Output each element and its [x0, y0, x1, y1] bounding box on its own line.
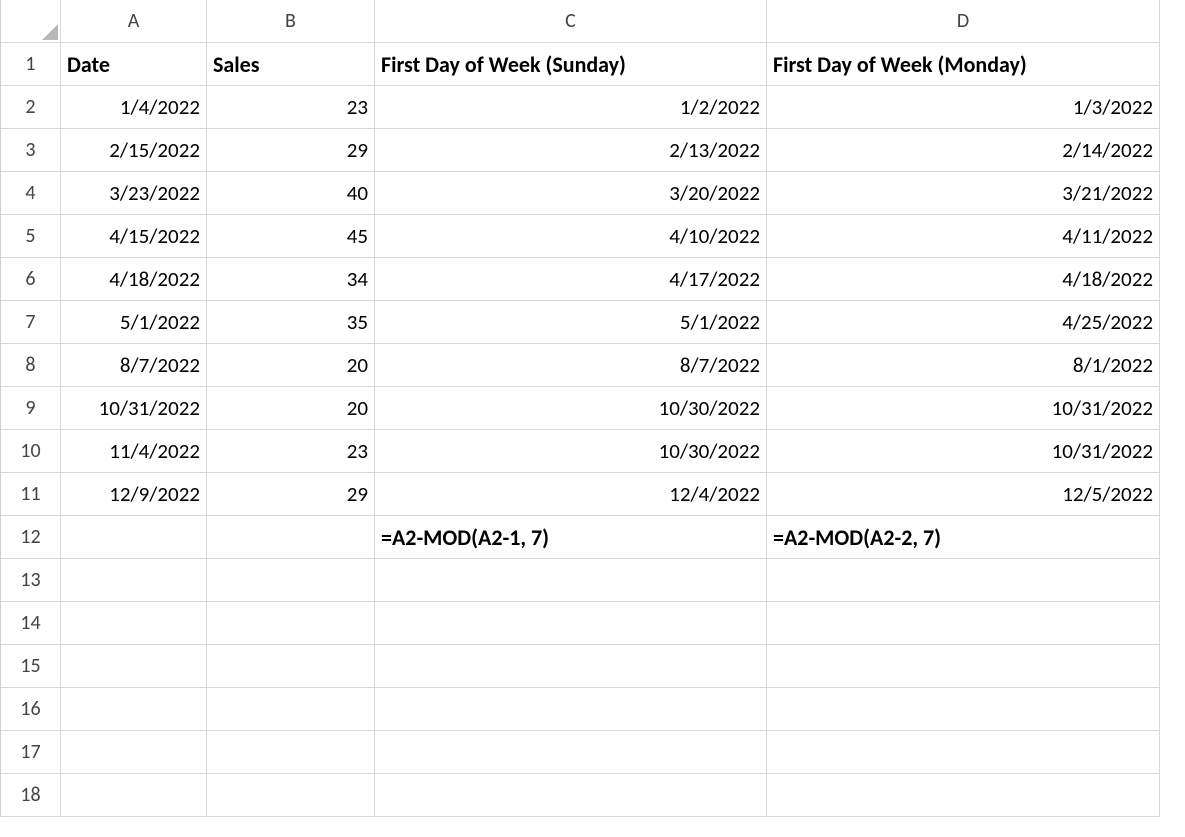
cell-D4[interactable]: 3/21/2022	[767, 172, 1160, 215]
cell-A4[interactable]: 3/23/2022	[61, 172, 207, 215]
cell-C15[interactable]	[375, 645, 767, 688]
cell-B3[interactable]: 29	[207, 129, 375, 172]
cell-A1[interactable]: Date	[61, 43, 207, 86]
cell-B4[interactable]: 40	[207, 172, 375, 215]
cell-B16[interactable]	[207, 688, 375, 731]
cell-C9[interactable]: 10/30/2022	[375, 387, 767, 430]
row-header-16[interactable]: 16	[1, 688, 61, 731]
cell-D8[interactable]: 8/1/2022	[767, 344, 1160, 387]
cell-C14[interactable]	[375, 602, 767, 645]
row-header-10[interactable]: 10	[1, 430, 61, 473]
cell-C8[interactable]: 8/7/2022	[375, 344, 767, 387]
cell-B13[interactable]	[207, 559, 375, 602]
cell-A2[interactable]: 1/4/2022	[61, 86, 207, 129]
cell-A6[interactable]: 4/18/2022	[61, 258, 207, 301]
cell-B10[interactable]: 23	[207, 430, 375, 473]
cell-D10[interactable]: 10/31/2022	[767, 430, 1160, 473]
row-header-13[interactable]: 13	[1, 559, 61, 602]
select-all-corner[interactable]	[1, 0, 61, 43]
row-header-4[interactable]: 4	[1, 172, 61, 215]
cell-D12[interactable]: =A2-MOD(A2-2, 7)	[767, 516, 1160, 559]
cell-D3[interactable]: 2/14/2022	[767, 129, 1160, 172]
column-header-A[interactable]: A	[61, 0, 207, 43]
cell-A16[interactable]	[61, 688, 207, 731]
cell-C18[interactable]	[375, 774, 767, 817]
cell-B8[interactable]: 20	[207, 344, 375, 387]
cell-A5[interactable]: 4/15/2022	[61, 215, 207, 258]
row-header-1[interactable]: 1	[1, 43, 61, 86]
column-header-D[interactable]: D	[767, 0, 1160, 43]
cell-B2[interactable]: 23	[207, 86, 375, 129]
cell-B11[interactable]: 29	[207, 473, 375, 516]
cell-D2[interactable]: 1/3/2022	[767, 86, 1160, 129]
cell-D17[interactable]	[767, 731, 1160, 774]
cell-D9[interactable]: 10/31/2022	[767, 387, 1160, 430]
row-header-3[interactable]: 3	[1, 129, 61, 172]
cell-A12[interactable]	[61, 516, 207, 559]
row-header-14[interactable]: 14	[1, 602, 61, 645]
cell-C12[interactable]: =A2-MOD(A2-1, 7)	[375, 516, 767, 559]
cell-B5[interactable]: 45	[207, 215, 375, 258]
row-header-5[interactable]: 5	[1, 215, 61, 258]
row-header-12[interactable]: 12	[1, 516, 61, 559]
cell-C2[interactable]: 1/2/2022	[375, 86, 767, 129]
column-header-B[interactable]: B	[207, 0, 375, 43]
cell-C16[interactable]	[375, 688, 767, 731]
cell-C11[interactable]: 12/4/2022	[375, 473, 767, 516]
column-header-C[interactable]: C	[375, 0, 767, 43]
cell-A14[interactable]	[61, 602, 207, 645]
cell-A7[interactable]: 5/1/2022	[61, 301, 207, 344]
select-all-triangle-icon	[42, 24, 58, 40]
cell-A11[interactable]: 12/9/2022	[61, 473, 207, 516]
cell-A17[interactable]	[61, 731, 207, 774]
cell-C17[interactable]	[375, 731, 767, 774]
cell-C7[interactable]: 5/1/2022	[375, 301, 767, 344]
cell-B17[interactable]	[207, 731, 375, 774]
cell-B14[interactable]	[207, 602, 375, 645]
cell-B9[interactable]: 20	[207, 387, 375, 430]
cell-C1[interactable]: First Day of Week (Sunday)	[375, 43, 767, 86]
cell-A10[interactable]: 11/4/2022	[61, 430, 207, 473]
cell-D7[interactable]: 4/25/2022	[767, 301, 1160, 344]
cell-C10[interactable]: 10/30/2022	[375, 430, 767, 473]
cell-B7[interactable]: 35	[207, 301, 375, 344]
row-header-15[interactable]: 15	[1, 645, 61, 688]
cell-B6[interactable]: 34	[207, 258, 375, 301]
cell-D14[interactable]	[767, 602, 1160, 645]
cell-A18[interactable]	[61, 774, 207, 817]
cell-C13[interactable]	[375, 559, 767, 602]
row-header-2[interactable]: 2	[1, 86, 61, 129]
cell-D11[interactable]: 12/5/2022	[767, 473, 1160, 516]
cell-B18[interactable]	[207, 774, 375, 817]
cell-A8[interactable]: 8/7/2022	[61, 344, 207, 387]
row-header-11[interactable]: 11	[1, 473, 61, 516]
row-header-9[interactable]: 9	[1, 387, 61, 430]
cell-C4[interactable]: 3/20/2022	[375, 172, 767, 215]
cell-A15[interactable]	[61, 645, 207, 688]
cell-D5[interactable]: 4/11/2022	[767, 215, 1160, 258]
row-header-17[interactable]: 17	[1, 731, 61, 774]
row-header-8[interactable]: 8	[1, 344, 61, 387]
cell-D6[interactable]: 4/18/2022	[767, 258, 1160, 301]
cell-D16[interactable]	[767, 688, 1160, 731]
cell-B12[interactable]	[207, 516, 375, 559]
cell-D18[interactable]	[767, 774, 1160, 817]
cell-D15[interactable]	[767, 645, 1160, 688]
row-header-6[interactable]: 6	[1, 258, 61, 301]
cell-A3[interactable]: 2/15/2022	[61, 129, 207, 172]
row-header-7[interactable]: 7	[1, 301, 61, 344]
cell-A13[interactable]	[61, 559, 207, 602]
cell-C3[interactable]: 2/13/2022	[375, 129, 767, 172]
cell-C6[interactable]: 4/17/2022	[375, 258, 767, 301]
row-header-18[interactable]: 18	[1, 774, 61, 817]
cell-A9[interactable]: 10/31/2022	[61, 387, 207, 430]
cell-D1[interactable]: First Day of Week (Monday)	[767, 43, 1160, 86]
cell-B15[interactable]	[207, 645, 375, 688]
spreadsheet-grid[interactable]: ABCD 1DateSalesFirst Day of Week (Sunday)…	[0, 0, 1185, 817]
cell-B1[interactable]: Sales	[207, 43, 375, 86]
cell-C5[interactable]: 4/10/2022	[375, 215, 767, 258]
cell-D13[interactable]	[767, 559, 1160, 602]
